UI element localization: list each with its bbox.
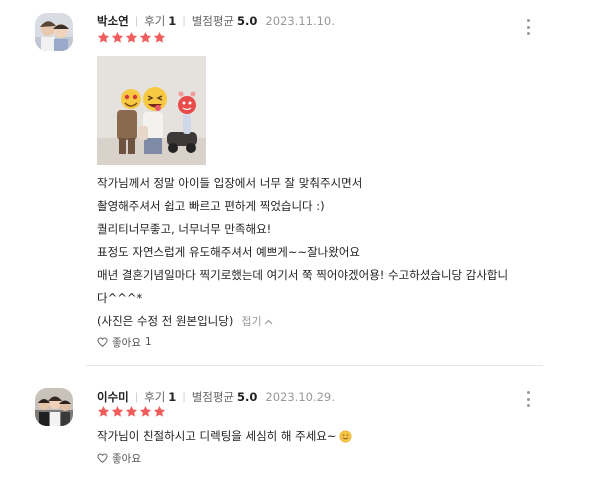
more-vertical-icon [526,19,530,22]
heart-outline-icon [97,453,108,463]
review-photo[interactable] [97,56,206,165]
smile-emoji-icon [339,430,351,443]
review-text: 작가님이 친절하시고 디렉팅을 세심히 해 주세요~ [97,427,352,445]
review-text-line: 작가님이 친절하시고 디렉팅을 세심히 해 주세요~ [97,429,337,443]
star-icon [125,31,138,43]
more-options-button[interactable] [524,391,532,407]
average-rating-label: 별점평균 [191,390,235,404]
review-text-last-row: (사진은 수정 전 원본입니당) 접기 [97,310,557,333]
review-count-label: 후기 [144,390,166,404]
avatar[interactable] [35,13,73,51]
review-meta: 박소연 | 후기 1 | 별점평균 5.0 2023.11.10. [97,13,335,29]
star-rating [97,405,166,419]
review-text-line: 촬영해주셔서 쉽고 빠르고 편하게 찍었습니다 :) [97,199,325,213]
like-count: 1 [144,336,152,348]
review-text-line: 퀄리티너무좋고, 너무너무 만족해요! [97,222,272,236]
star-icon [153,405,166,417]
star-rating [97,31,166,45]
chevron-up-icon [264,319,273,324]
review-count-label: 후기 [144,14,166,28]
star-icon [97,405,110,417]
like-button[interactable]: 좋아요 1 [97,334,152,350]
like-label: 좋아요 [112,452,141,465]
more-vertical-icon [526,391,530,394]
average-rating-value: 5.0 [237,390,258,404]
average-rating-value: 5.0 [237,14,258,28]
review-text: 작가님께서 정말 아이들 입장에서 너무 잘 맞춰주시면서 촬영해주셔서 쉽고 … [97,172,557,333]
star-icon [125,405,138,417]
review-item: 이수미 | 후기 1 | 별점평균 5.0 2023.10.29. 작가님이 친… [0,378,600,481]
review-divider [86,365,543,366]
review-text-line: 표정도 자연스럽게 유도해주셔서 예쁘게~~잘나왔어요 [97,245,360,259]
star-icon [139,405,152,417]
star-icon [111,31,124,43]
like-button[interactable]: 좋아요 [97,450,141,466]
review-text-line: 다^^^* [97,291,143,305]
review-date: 2023.11.10. [265,14,335,28]
star-icon [139,31,152,43]
review-text-line: (사진은 수정 전 원본입니당) [97,314,234,328]
fold-label: 접기 [241,315,262,328]
like-label: 좋아요 [112,336,141,349]
avatar[interactable] [35,388,73,426]
meta-separator: | [182,15,186,27]
fold-button[interactable]: 접기 [241,310,273,333]
star-icon [111,405,124,417]
average-rating-label: 별점평균 [191,14,235,28]
review-count-value: 1 [168,390,177,404]
heart-outline-icon [97,337,108,347]
review-date: 2023.10.29. [265,390,335,404]
review-text-line: 작가님께서 정말 아이들 입장에서 너무 잘 맞춰주시면서 [97,176,363,190]
more-options-button[interactable] [524,19,532,35]
review-text-line: 매년 결혼기념일마다 찍기로했는데 여기서 쭉 찍어야겠어용! 수고하셨습니당 … [97,268,509,282]
meta-separator: | [134,391,139,403]
star-icon [153,31,166,43]
meta-separator: | [182,391,186,403]
review-count-value: 1 [168,14,177,28]
reviewer-name[interactable]: 박소연 [97,13,129,29]
star-icon [97,31,110,43]
review-item: 박소연 | 후기 1 | 별점평균 5.0 2023.11.10. 작가님께서 … [0,0,600,365]
meta-separator: | [134,15,139,27]
review-meta: 이수미 | 후기 1 | 별점평균 5.0 2023.10.29. [97,389,335,405]
reviewer-name[interactable]: 이수미 [97,389,129,405]
